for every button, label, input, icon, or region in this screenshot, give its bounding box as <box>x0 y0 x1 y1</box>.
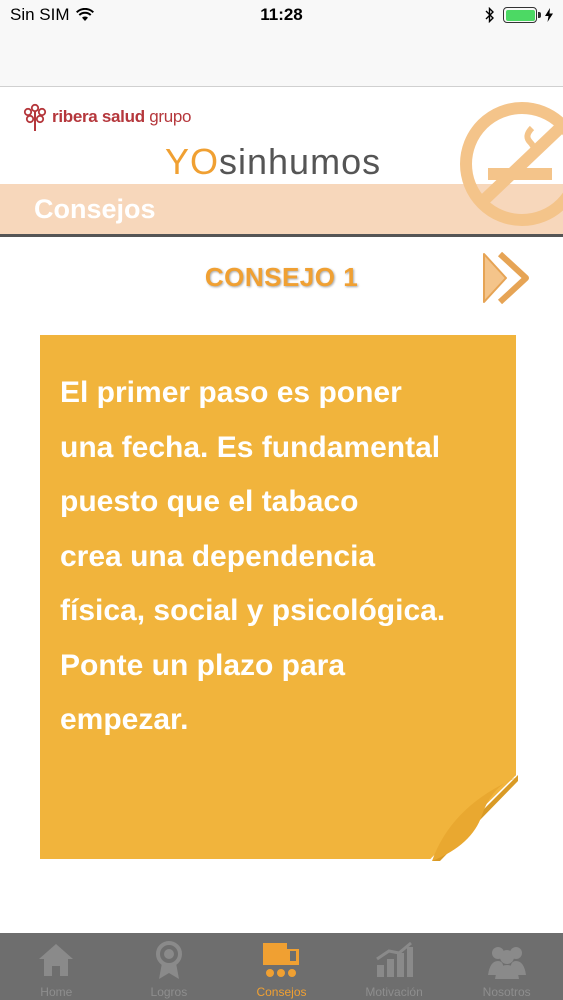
people-icon <box>487 947 526 979</box>
tip-line: empezar. <box>60 703 189 736</box>
tab-home[interactable]: Home <box>0 933 113 1000</box>
tab-label: Home <box>40 985 73 999</box>
status-right <box>485 7 553 23</box>
no-smoking-icon <box>460 102 563 226</box>
tab-logros[interactable]: Logros <box>113 933 226 1000</box>
tip-line: una fecha. Es fundamental <box>60 430 441 464</box>
tip-text: El primer paso es poner una fecha. Es fu… <box>60 366 500 748</box>
navigation-bar <box>0 30 563 87</box>
section-title: Consejos <box>34 194 156 224</box>
tab-consejos[interactable]: Consejos <box>225 933 338 1000</box>
tip-line: Ponte un plazo para <box>60 648 346 682</box>
note-fold-corner <box>432 775 518 861</box>
battery-icon <box>503 7 541 23</box>
brand-logo: ribera salud grupo <box>22 102 192 132</box>
header-divider <box>0 234 563 237</box>
chart-icon <box>376 941 414 977</box>
next-tip-button[interactable] <box>482 252 534 304</box>
bluetooth-icon <box>485 7 494 23</box>
tab-label: Nosotros <box>482 985 531 999</box>
carrier-label: Sin SIM <box>10 5 70 24</box>
brand-name: ribera salud grupo <box>52 107 192 127</box>
status-bar: Sin SIM 11:28 <box>0 0 563 30</box>
battery-level <box>505 9 535 21</box>
medal-icon <box>155 941 182 979</box>
tab-label: Consejos <box>256 985 307 999</box>
app-logo-rest: sinhumos <box>219 141 382 182</box>
status-left: Sin SIM <box>10 5 94 25</box>
charging-icon <box>545 8 553 22</box>
home-icon <box>39 944 74 976</box>
tab-label: Motivación <box>365 985 423 999</box>
app-logo: YOsinhumos <box>165 142 381 182</box>
app-logo-yo: YO <box>165 141 220 182</box>
tip-line: puesto que el tabaco <box>60 485 359 518</box>
tip-line: crea una dependencia <box>60 539 376 573</box>
wifi-icon <box>75 8 94 21</box>
brand-name-light: grupo <box>149 107 192 126</box>
brand-name-bold: ribera salud <box>52 107 145 126</box>
tab-nosotros[interactable]: Nosotros <box>450 933 563 1000</box>
tree-logo-icon <box>23 103 47 131</box>
tip-line: física, social y psicológica. <box>60 594 446 627</box>
tip-title: CONSEJO 1 <box>204 262 359 292</box>
tab-motivacion[interactable]: Motivación <box>338 933 451 1000</box>
tip-line: El primer paso es poner <box>60 376 402 409</box>
tab-bar: Home Logros Consejos Motivación Nosotros <box>0 933 563 1000</box>
app-screen: Sin SIM 11:28 ribera salud grupo YOsinhu… <box>0 0 563 1000</box>
app-header: ribera salud grupo YOsinhumos Consejos <box>0 88 563 238</box>
consejos-icon <box>263 943 300 977</box>
tab-label: Logros <box>150 985 188 999</box>
